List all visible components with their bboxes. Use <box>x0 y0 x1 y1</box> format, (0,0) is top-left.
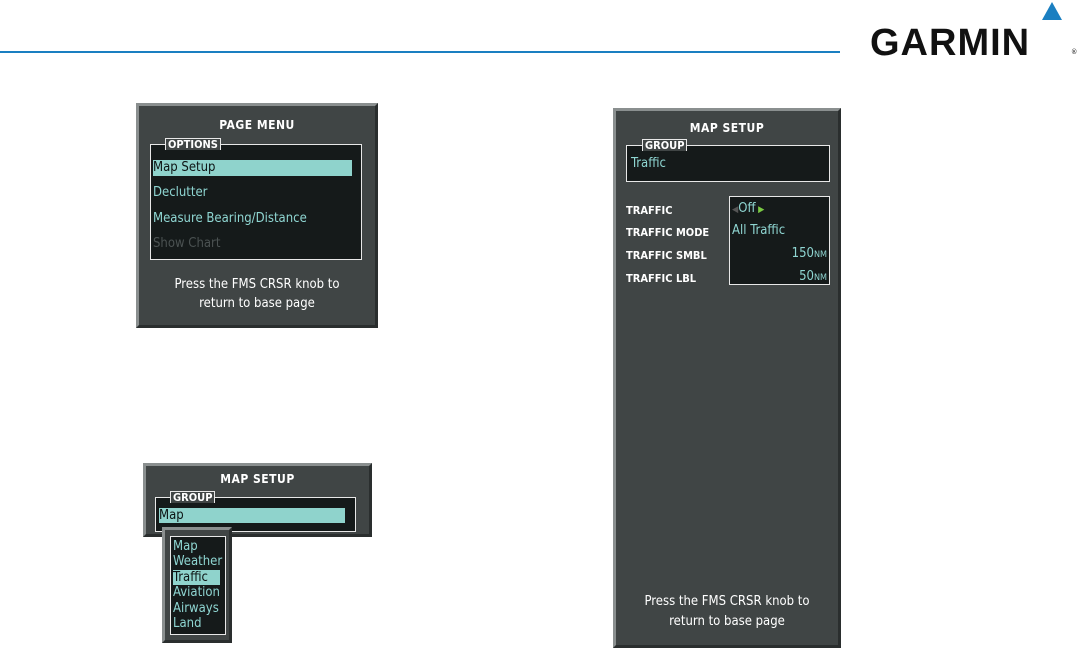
group-label: GROUP <box>170 491 216 503</box>
map-setup-title: MAP SETUP <box>220 472 295 486</box>
footer-line-1: Press the FMS CRSR knob to <box>174 277 340 292</box>
dropdown-item-airways[interactable]: Airways <box>173 601 219 616</box>
traffic-lbl-unit: NM <box>813 273 827 283</box>
option-show-chart: Show Chart <box>153 236 221 251</box>
dropdown-item-aviation[interactable]: Aviation <box>173 585 220 600</box>
options-box: Map Setup Declutter Measure Bearing/Dist… <box>150 144 362 260</box>
group-dropdown: Map Weather Traffic Aviation Airways Lan… <box>162 527 232 643</box>
dropdown-item-weather[interactable]: Weather <box>173 554 222 569</box>
traffic-smbl-label: TRAFFIC SMBL <box>626 249 707 262</box>
map-setup-small-panel: MAP SETUP Map GROUP <box>143 463 372 537</box>
dropdown-item-map[interactable]: Map <box>173 539 198 554</box>
traffic-settings-box: ◀Off ▶ All Traffic 150NM 50NM <box>729 196 830 285</box>
traffic-lbl-value: 50 <box>799 269 814 284</box>
dropdown-item-land[interactable]: Land <box>173 616 202 631</box>
option-measure-bearing-distance[interactable]: Measure Bearing/Distance <box>153 211 307 227</box>
arrow-right-icon: ▶ <box>755 205 765 215</box>
garmin-logo: GARMIN <box>870 22 1031 64</box>
page-menu-title: PAGE MENU <box>219 118 295 132</box>
group-dropdown-list: Map Weather Traffic Aviation Airways Lan… <box>170 536 226 635</box>
option-map-setup[interactable]: Map Setup <box>153 160 352 176</box>
traffic-smbl-value: 150 <box>791 246 814 261</box>
footer-line-1: Press the FMS CRSR knob to <box>644 594 810 609</box>
traffic-field[interactable]: ◀Off ▶ <box>732 201 764 218</box>
map-setup-large-panel: MAP SETUP Traffic GROUP TRAFFIC TRAFFIC … <box>613 108 841 648</box>
traffic-value: Off <box>738 201 756 216</box>
traffic-mode-field[interactable]: All Traffic <box>732 223 785 239</box>
page-menu-panel: PAGE MENU Map Setup Declutter Measure Be… <box>136 103 378 328</box>
footer-line-2: return to base page <box>669 614 785 629</box>
header-rule <box>0 51 840 53</box>
options-label: OPTIONS <box>165 138 221 150</box>
traffic-lbl-label: TRAFFIC LBL <box>626 272 697 285</box>
group-field[interactable]: Traffic <box>631 156 666 172</box>
map-setup-title: MAP SETUP <box>689 121 765 135</box>
garmin-logo-triangle-icon <box>1042 2 1062 20</box>
traffic-smbl-unit: NM <box>813 250 827 260</box>
registered-mark: ® <box>1071 48 1078 56</box>
traffic-label: TRAFFIC <box>626 204 673 217</box>
footer-line-2: return to base page <box>199 296 315 311</box>
option-declutter[interactable]: Declutter <box>153 185 207 201</box>
traffic-mode-label: TRAFFIC MODE <box>626 226 710 239</box>
traffic-smbl-field[interactable]: 150NM <box>792 246 827 263</box>
traffic-lbl-field[interactable]: 50NM <box>799 269 827 286</box>
group-field[interactable]: Map <box>159 508 345 523</box>
dropdown-item-traffic[interactable]: Traffic <box>173 570 220 585</box>
group-label: GROUP <box>642 139 688 151</box>
